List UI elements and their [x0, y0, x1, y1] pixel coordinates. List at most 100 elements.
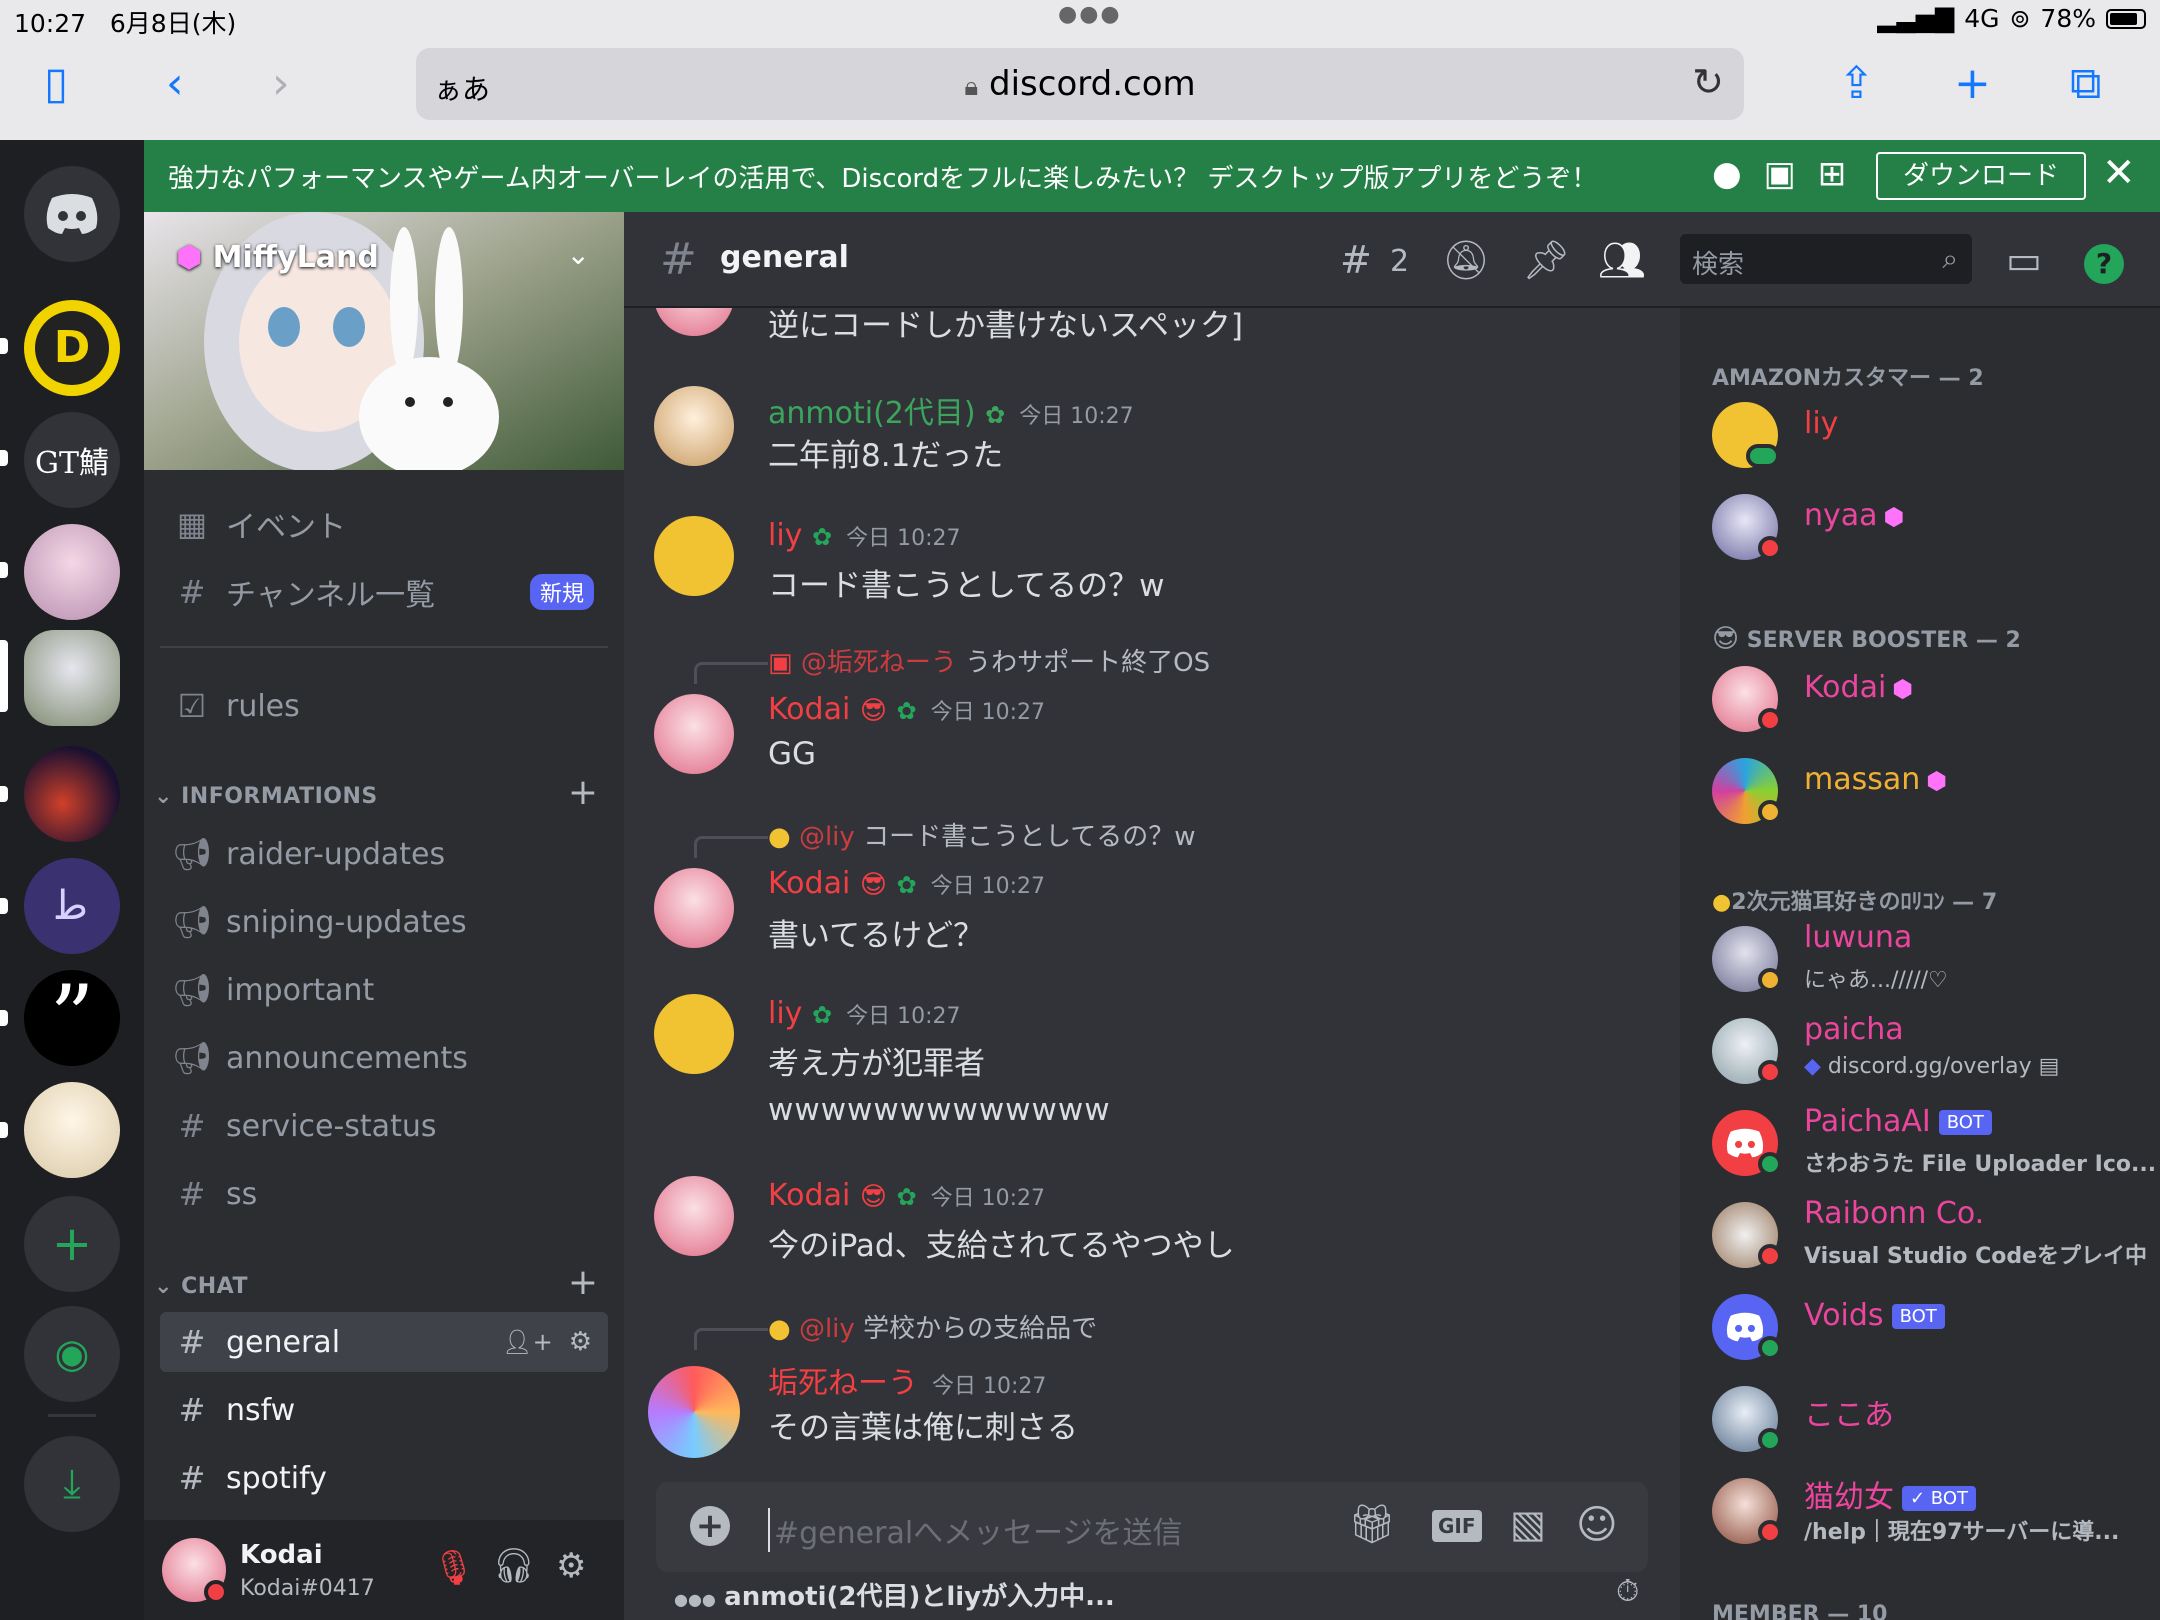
add-channel-icon[interactable]: +: [568, 1262, 598, 1303]
category-informations[interactable]: ⌄ INFORMATIONS: [154, 784, 378, 809]
emoji-icon[interactable]: ☺: [1576, 1502, 1618, 1548]
member-item[interactable]: 猫幼女 ✓ BOT /help｜現在97サーバーに導...: [1712, 1472, 2152, 1556]
message-author[interactable]: Kodai 😎︎ ✿ 今日 10:27: [768, 692, 1045, 727]
reply-preview[interactable]: ● @liy 学校からの支給品で: [768, 1308, 1097, 1345]
forward-icon[interactable]: ›: [272, 62, 290, 106]
message-author[interactable]: anmoti(2代目) ✿ 今日 10:27: [768, 388, 1134, 432]
member-name: luwuna: [1804, 920, 1913, 955]
member-item[interactable]: Voids BOT: [1712, 1288, 2152, 1372]
member-item[interactable]: PaichaAI BOT さわおうた File Uploader Ico...: [1712, 1104, 2156, 1188]
channel-nsfw[interactable]: # nsfw: [160, 1380, 608, 1440]
reply-preview[interactable]: ▣ @垢死ねーう うわサポート終了OS: [768, 642, 1210, 679]
member-list-icon[interactable]: 👥︎: [1598, 238, 1646, 283]
message-author[interactable]: Kodai 😎︎ ✿ 今日 10:27: [768, 866, 1045, 901]
notifications-muted-icon[interactable]: 🔕︎: [1442, 238, 1490, 283]
member-item[interactable]: ここあ: [1712, 1380, 2152, 1464]
reply-preview[interactable]: ● @liy コード書こうとしてるの？w: [768, 816, 1196, 853]
custom-status: ◆ discord.gg/overlay ▤: [1804, 1054, 2060, 1079]
member-item[interactable]: liy: [1712, 396, 2152, 480]
channel-service-status[interactable]: # service-status: [160, 1096, 608, 1156]
server-icon-calligraphy[interactable]: ﻃ: [24, 858, 120, 954]
server-banner[interactable]: ⬢ MiffyLand ⌄: [144, 212, 624, 470]
explore-servers-button[interactable]: ◉: [24, 1306, 120, 1402]
message-author[interactable]: liy ✿ 今日 10:27: [768, 996, 961, 1031]
avatar[interactable]: [654, 868, 734, 948]
channel-ss[interactable]: # ss: [160, 1164, 608, 1224]
message-author[interactable]: liy ✿ 今日 10:27: [768, 518, 961, 553]
gif-button[interactable]: GIF: [1432, 1510, 1482, 1542]
gear-icon[interactable]: ⚙: [569, 1327, 592, 1357]
avatar[interactable]: [654, 516, 734, 596]
server-icon-anime-1[interactable]: [24, 524, 120, 620]
server-icon-fireworks[interactable]: [24, 746, 120, 842]
tabs-overview-icon[interactable]: ⧉: [2070, 62, 2101, 106]
multitasking-dots-icon[interactable]: ●●●: [1058, 2, 1122, 27]
user-name: Kodai: [240, 1540, 323, 1570]
server-icon-gt[interactable]: GT鯖: [24, 412, 120, 508]
channel-announcements[interactable]: 📢︎ announcements: [160, 1028, 608, 1088]
add-channel-icon[interactable]: +: [568, 772, 598, 813]
member-item[interactable]: paicha ◆ discord.gg/overlay ▤: [1712, 1012, 2152, 1096]
new-tab-icon[interactable]: +: [1954, 62, 1991, 106]
channel-general[interactable]: # general 👤︎+ ⚙: [160, 1312, 608, 1372]
avatar[interactable]: [654, 1176, 734, 1256]
back-icon[interactable]: ‹: [166, 62, 184, 106]
address-bar[interactable]: ぁあ 🔒︎ discord.com ↻: [416, 48, 1744, 120]
compass-icon: ◉: [54, 1331, 90, 1377]
mic-muted-icon[interactable]: 🎙︎: [432, 1548, 475, 1588]
inbox-icon[interactable]: ▭: [2006, 238, 2042, 282]
avatar[interactable]: [648, 1366, 740, 1458]
server-icon-anime-2[interactable]: [24, 1082, 120, 1178]
member-name: Kodai ⬢: [1804, 670, 1914, 705]
reload-icon[interactable]: ↻: [1692, 60, 1724, 104]
sticker-icon[interactable]: ▧: [1510, 1502, 1546, 1546]
home-button[interactable]: [24, 166, 120, 262]
category-chat[interactable]: ⌄ CHAT: [154, 1274, 248, 1299]
slowmode-timer-icon: ⏱︎: [1616, 1574, 1640, 1609]
headphones-icon[interactable]: 🎧︎: [492, 1546, 535, 1586]
browse-channels-item[interactable]: # チャンネル一覧 新規: [160, 562, 608, 622]
threads-icon[interactable]: #: [1340, 238, 1372, 282]
message-author[interactable]: Kodai 😎︎ ✿ 今日 10:27: [768, 1178, 1045, 1213]
avatar[interactable]: [654, 386, 734, 466]
events-item[interactable]: ▦ イベント: [160, 494, 608, 554]
avatar[interactable]: [654, 308, 734, 336]
search-input[interactable]: 検索 ⌕: [1680, 234, 1972, 284]
member-item[interactable]: nyaa ⬢: [1712, 488, 2152, 572]
hash-icon: #: [178, 1107, 206, 1145]
message-input[interactable]: #generalへメッセージを送信: [768, 1508, 1183, 1552]
server-menu-chevron-icon[interactable]: ⌄: [567, 238, 590, 271]
server-icon-quote[interactable]: ”: [24, 970, 120, 1066]
user-tag: Kodai#0417: [240, 1576, 375, 1601]
channel-rules[interactable]: ☑ rules: [160, 676, 608, 736]
pin-icon[interactable]: 📌︎: [1522, 238, 1570, 283]
channel-raider-updates[interactable]: 📢︎ raider-updates: [160, 824, 608, 884]
avatar[interactable]: [654, 694, 734, 774]
member-group-header: MEMBER — 10: [1712, 1602, 1888, 1620]
share-icon[interactable]: ⇪: [1838, 62, 1875, 106]
channel-sniping-updates[interactable]: 📢︎ sniping-updates: [160, 892, 608, 952]
member-item[interactable]: luwuna にゃあ.../////♡: [1712, 920, 2152, 1004]
user-settings-gear-icon[interactable]: ⚙: [556, 1546, 586, 1586]
member-item[interactable]: Raibonn Co. Visual Studio Codeをプレイ中: [1712, 1196, 2152, 1280]
sidebar-toggle-icon[interactable]: ▯: [44, 62, 68, 106]
message-author[interactable]: 垢死ねーう 今日 10:27: [768, 1358, 1046, 1402]
attach-plus-icon[interactable]: +: [690, 1506, 730, 1546]
member-item[interactable]: Kodai ⬢: [1712, 660, 2152, 744]
download-button[interactable]: ダウンロード: [1876, 152, 2086, 200]
sunglasses-emoji-icon: 😎︎: [1712, 624, 1740, 654]
help-icon[interactable]: ?: [2084, 244, 2124, 284]
timestamp: 今日 10:27: [932, 1374, 1047, 1399]
server-icon-miffyland[interactable]: [24, 630, 120, 726]
close-banner-icon[interactable]: ✕: [2102, 150, 2136, 196]
member-item[interactable]: massan ⬢: [1712, 752, 2152, 836]
channel-important[interactable]: 📢︎ important: [160, 960, 608, 1020]
gift-icon[interactable]: 🎁︎: [1348, 1502, 1396, 1547]
d-logo-icon: D: [35, 311, 109, 385]
avatar[interactable]: [654, 994, 734, 1074]
server-icon-d[interactable]: D: [24, 300, 120, 396]
invite-icon[interactable]: 👤︎+: [502, 1328, 553, 1356]
channel-spotify[interactable]: # spotify: [160, 1448, 608, 1508]
add-server-button[interactable]: +: [24, 1196, 120, 1292]
download-apps-button[interactable]: ⤓: [24, 1436, 120, 1532]
